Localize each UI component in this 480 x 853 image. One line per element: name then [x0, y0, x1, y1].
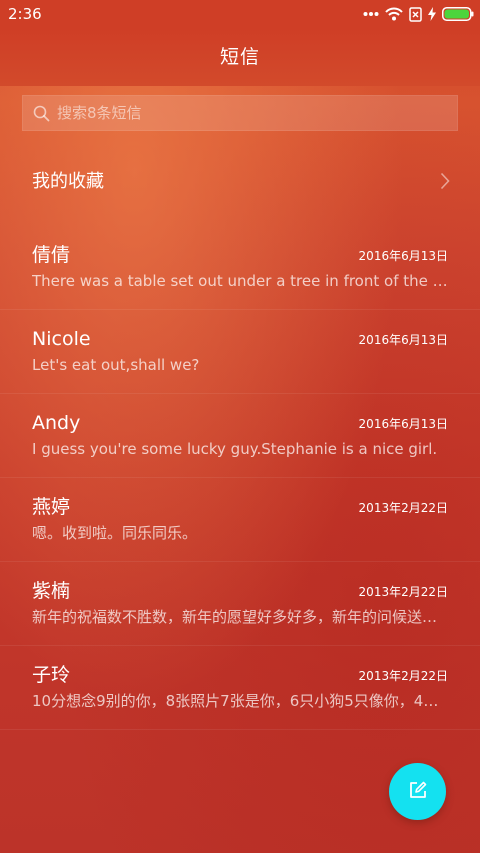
battery-icon — [442, 7, 474, 21]
sim-disabled-icon — [409, 6, 422, 22]
status-time: 2:36 — [8, 5, 42, 23]
status-icons — [363, 5, 474, 23]
message-preview: Let's eat out,shall we? — [32, 356, 200, 374]
message-date: 2016年6月13日 — [358, 333, 448, 347]
more-dots-icon — [363, 11, 379, 17]
contact-name: 子玲 — [32, 664, 71, 686]
message-preview: 10分想念9别的你，8张照片7张是你，6只小狗5只像你，4季都想你 — [32, 692, 448, 710]
search-box[interactable] — [22, 95, 458, 131]
conversation-item[interactable]: 子玲 2013年2月22日 10分想念9别的你，8张照片7张是你，6只小狗5只像… — [0, 646, 480, 730]
contact-name: 倩倩 — [32, 244, 71, 266]
charging-icon — [428, 7, 436, 21]
compose-icon — [408, 780, 428, 804]
conversation-item[interactable]: Nicole 2016年6月13日 Let's eat out,shall we… — [0, 310, 480, 394]
search-input[interactable] — [57, 96, 447, 130]
conversation-item[interactable]: 紫楠 2013年2月22日 新年的祝福数不胜数，新年的愿望好多好多，新年的问候送… — [0, 562, 480, 646]
message-preview: There was a table set out under a tree i… — [32, 272, 448, 290]
message-preview: 嗯。收到啦。同乐同乐。 — [32, 524, 198, 542]
message-date: 2016年6月13日 — [358, 249, 448, 263]
conversation-item[interactable]: 燕婷 2013年2月22日 嗯。收到啦。同乐同乐。 — [0, 478, 480, 562]
chevron-right-icon — [440, 172, 450, 194]
contact-name: Nicole — [32, 328, 91, 350]
wifi-icon — [385, 7, 403, 21]
favorites-label: 我的收藏 — [32, 171, 104, 192]
conversation-item[interactable]: Andy 2016年6月13日 I guess you're some luck… — [0, 394, 480, 478]
page-title: 短信 — [219, 46, 260, 68]
message-preview: I guess you're some lucky guy.Stephanie … — [32, 440, 438, 458]
message-date: 2013年2月22日 — [358, 501, 448, 515]
message-date: 2013年2月22日 — [358, 585, 448, 599]
contact-name: 燕婷 — [32, 496, 71, 518]
search-icon — [33, 105, 50, 126]
favorites-row[interactable]: 我的收藏 — [0, 145, 480, 219]
message-list: 倩倩 2016年6月13日 There was a table set out … — [0, 226, 480, 730]
compose-button[interactable] — [389, 763, 446, 820]
message-preview: 新年的祝福数不胜数，新年的愿望好多好多，新年的问候送给你 — [32, 608, 448, 626]
contact-name: 紫楠 — [32, 580, 71, 602]
status-bar: 2:36 — [0, 0, 480, 28]
message-date: 2013年2月22日 — [358, 669, 448, 683]
message-date: 2016年6月13日 — [358, 417, 448, 431]
conversation-item[interactable]: 倩倩 2016年6月13日 There was a table set out … — [0, 226, 480, 310]
app-header: 短信 — [0, 28, 480, 86]
contact-name: Andy — [32, 412, 81, 434]
